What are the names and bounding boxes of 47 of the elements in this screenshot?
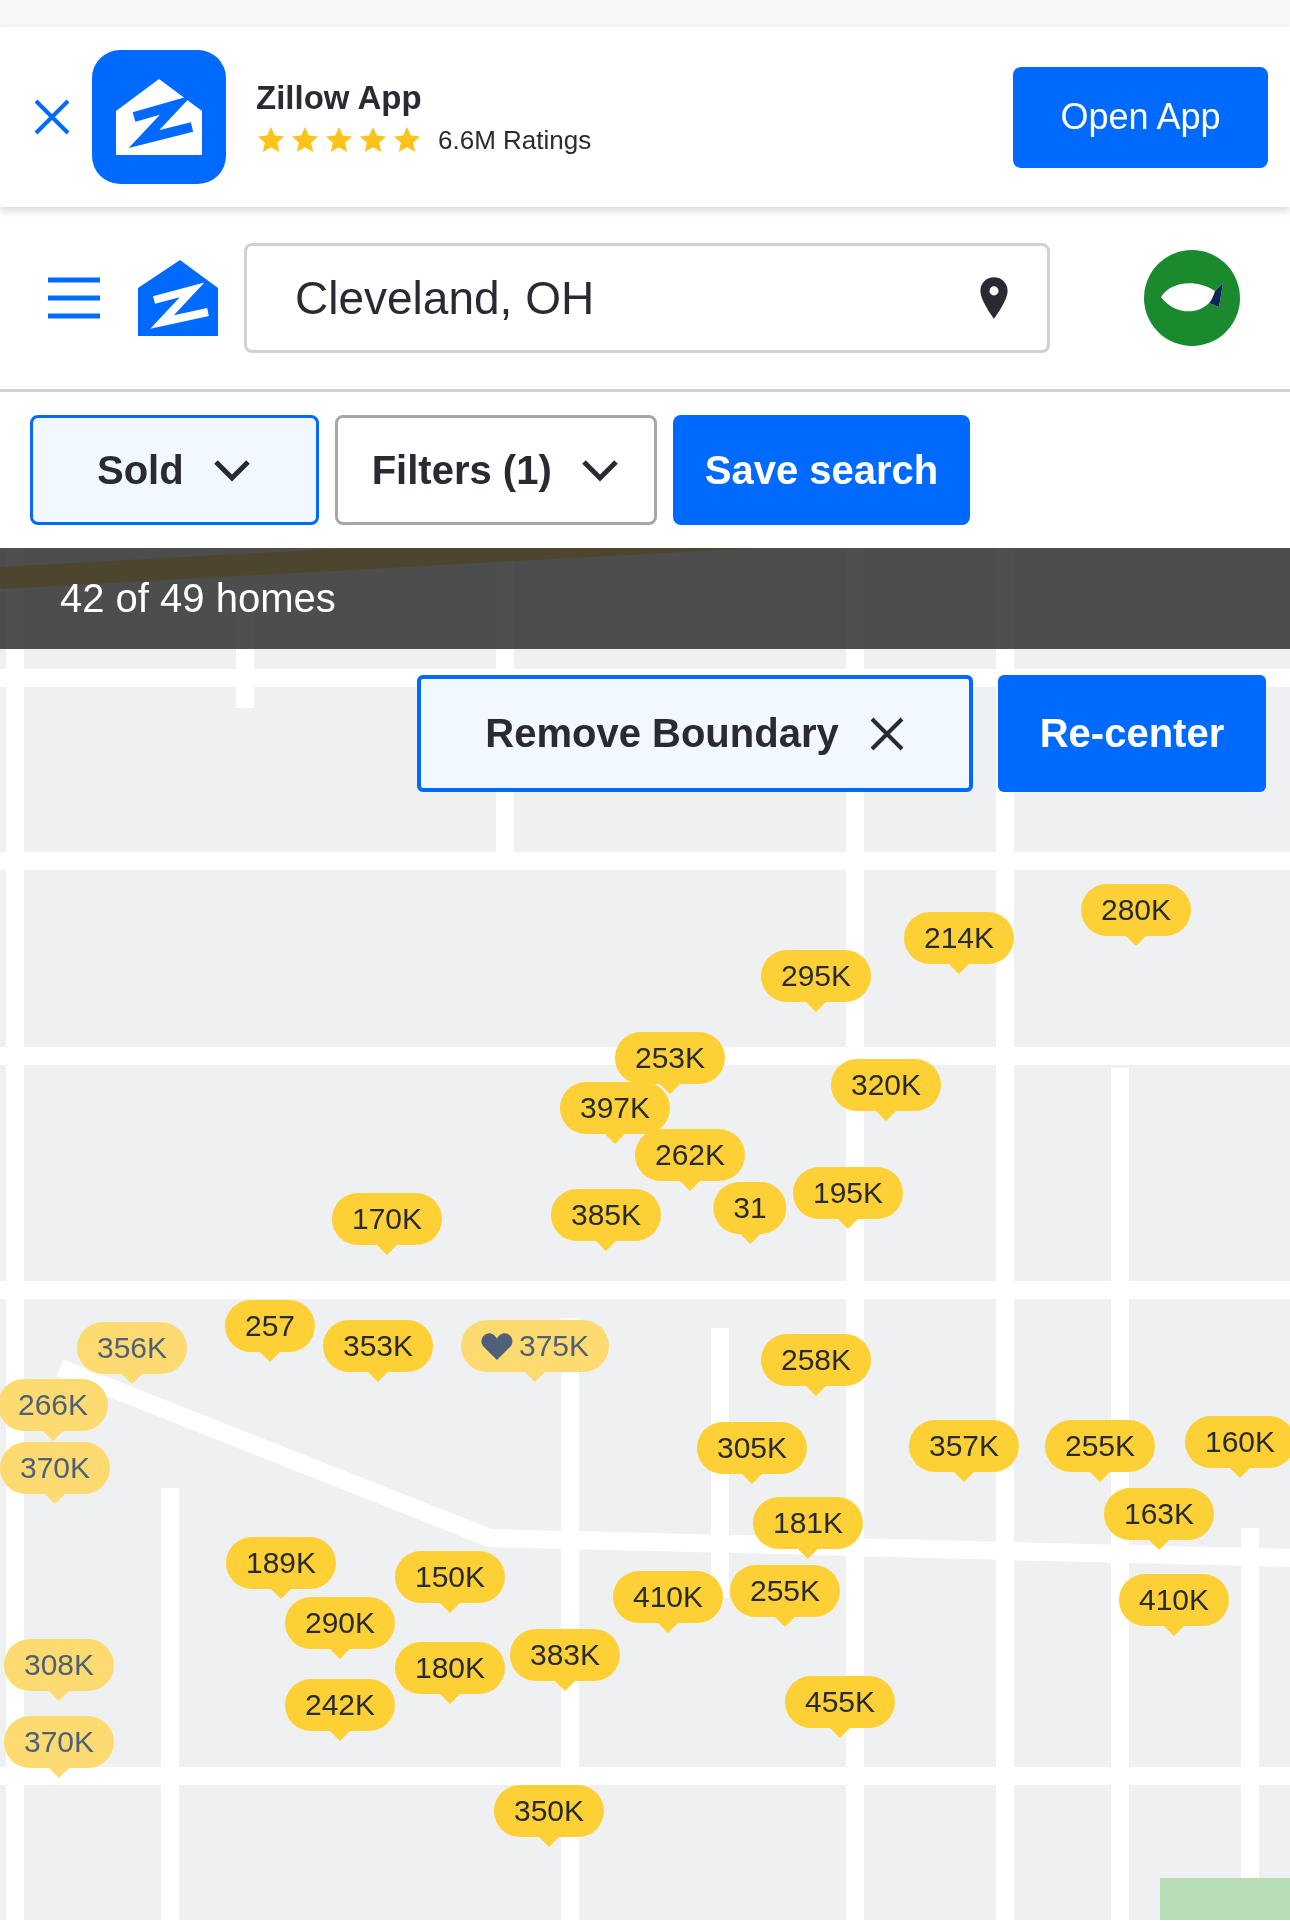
price-pin[interactable]: 370K bbox=[0, 1442, 111, 1504]
chevron-down-icon bbox=[211, 458, 252, 482]
price-pin[interactable]: 181K bbox=[752, 1497, 864, 1559]
price-pin[interactable]: 255K bbox=[1044, 1420, 1156, 1482]
price-pin[interactable]: 242K bbox=[284, 1679, 396, 1741]
price-pin[interactable]: 357K bbox=[908, 1420, 1020, 1482]
price-pin[interactable]: 255K bbox=[729, 1565, 841, 1627]
recenter-button[interactable]: Re-center bbox=[998, 675, 1266, 792]
price-pin[interactable]: 290K bbox=[284, 1597, 396, 1659]
price-pin[interactable]: 280K bbox=[1080, 884, 1192, 946]
filter-dropdown[interactable]: Filters (1) bbox=[334, 415, 657, 525]
price-pin[interactable]: 320K bbox=[830, 1059, 942, 1121]
house-logo-icon bbox=[114, 77, 204, 157]
price-pin[interactable]: 170K bbox=[331, 1193, 443, 1255]
price-pin[interactable]: 257 bbox=[224, 1300, 316, 1362]
price-pin[interactable]: 375K bbox=[460, 1320, 610, 1382]
price-pin[interactable]: 195K bbox=[792, 1167, 904, 1229]
close-icon[interactable] bbox=[32, 97, 72, 137]
ratings-count: 6.6M Ratings bbox=[438, 124, 592, 156]
price-pin[interactable]: 305K bbox=[696, 1422, 808, 1484]
price-pin[interactable]: 150K bbox=[394, 1551, 506, 1613]
house-logo-icon[interactable] bbox=[138, 260, 220, 336]
price-pin[interactable]: 180K bbox=[394, 1642, 506, 1704]
search-field[interactable]: Cleveland, OH bbox=[244, 243, 1050, 353]
price-pin[interactable]: 189K bbox=[225, 1537, 337, 1599]
location-pin-icon[interactable] bbox=[978, 276, 1010, 320]
price-pin[interactable]: 295K bbox=[760, 950, 872, 1012]
heart-icon bbox=[480, 1332, 513, 1360]
result-count: 42 of 49 homes bbox=[60, 576, 336, 621]
chevron-down-icon bbox=[579, 458, 620, 482]
open-app-button[interactable]: Open App bbox=[1013, 66, 1268, 168]
price-pin[interactable]: 410K bbox=[1118, 1574, 1230, 1636]
price-pin[interactable]: 214K bbox=[903, 912, 1015, 974]
price-pin[interactable]: 370K bbox=[3, 1716, 115, 1778]
price-pin[interactable]: 163K bbox=[1103, 1488, 1215, 1550]
close-icon bbox=[868, 715, 905, 752]
price-pin[interactable]: 353K bbox=[322, 1320, 434, 1382]
price-pin[interactable]: 385K bbox=[550, 1189, 662, 1251]
app-title: Zillow App bbox=[256, 78, 423, 117]
price-pin[interactable]: 258K bbox=[760, 1334, 872, 1396]
price-pin[interactable]: 455K bbox=[784, 1676, 896, 1738]
menu-icon[interactable] bbox=[46, 276, 102, 320]
filter-dropdown[interactable]: Sold bbox=[30, 415, 319, 525]
save-search-button[interactable]: Save search bbox=[672, 415, 971, 525]
price-pin[interactable]: 308K bbox=[3, 1639, 115, 1701]
price-pin[interactable]: 350K bbox=[493, 1785, 605, 1847]
remove-boundary-button[interactable]: Remove Boundary bbox=[417, 675, 973, 792]
